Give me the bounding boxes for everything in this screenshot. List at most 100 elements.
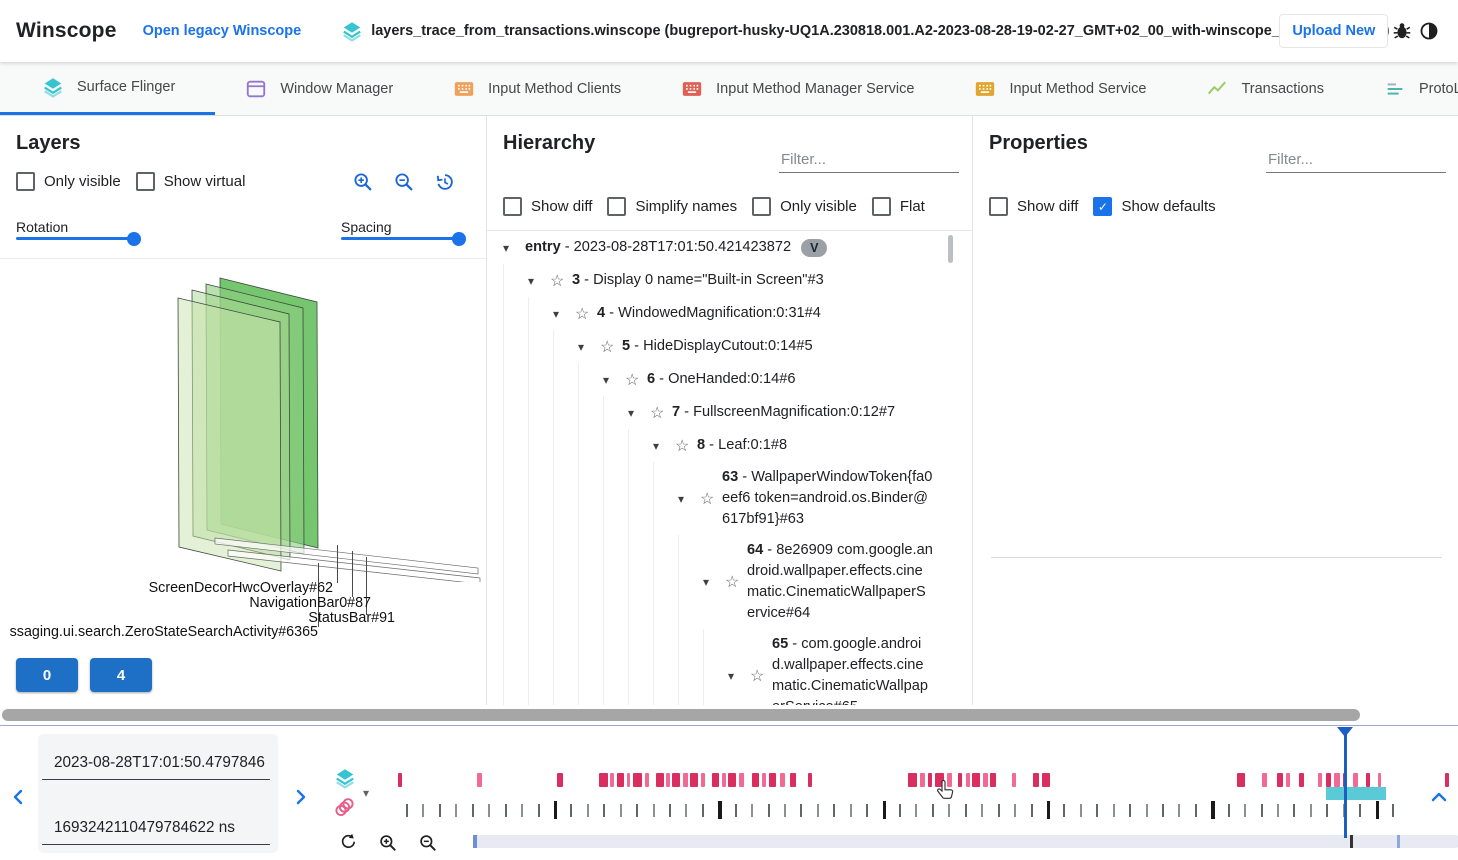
- tab-surface-flinger[interactable]: Surface Flinger: [0, 62, 215, 115]
- frame-tick: [817, 804, 819, 817]
- trace-selector-caret-icon[interactable]: ▾: [363, 786, 369, 800]
- open-legacy-winscope-link[interactable]: Open legacy Winscope: [143, 23, 302, 39]
- expander-icon[interactable]: ▾: [728, 669, 750, 683]
- upload-new-button[interactable]: Upload New: [1279, 14, 1388, 48]
- keyboard-icon: [974, 78, 996, 100]
- timeline-zoom-out-icon[interactable]: [418, 832, 438, 852]
- frame-tick: [1178, 804, 1180, 817]
- frame-tick: [833, 804, 835, 817]
- frame-tick: [1359, 804, 1361, 817]
- tree-node-5[interactable]: ▾☆5 - HideDisplayCutout:0:14#5: [503, 330, 973, 363]
- transitions-track[interactable]: [0, 773, 1458, 787]
- checkbox-box[interactable]: [503, 197, 522, 216]
- indent-guide: [503, 363, 528, 396]
- star-icon[interactable]: ☆: [575, 304, 597, 324]
- tree-node-7[interactable]: ▾☆7 - FullscreenMagnification:0:12#7: [503, 396, 973, 429]
- dark-mode-icon[interactable]: [1415, 16, 1442, 46]
- tree-node-8[interactable]: ▾☆8 - Leaf:0:1#8: [503, 429, 973, 462]
- refresh-icon[interactable]: [339, 832, 358, 851]
- visibility-chip: V: [801, 239, 827, 257]
- star-icon[interactable]: ☆: [650, 403, 672, 423]
- checkbox-show-diff[interactable]: Show diff: [503, 197, 592, 216]
- checkbox-show-defaults[interactable]: ✓Show defaults: [1093, 197, 1215, 216]
- expander-icon[interactable]: ▾: [628, 406, 650, 420]
- checkbox-box[interactable]: [136, 172, 155, 191]
- indent-guide: [553, 535, 578, 629]
- checkbox-box[interactable]: [607, 197, 626, 216]
- layers-3d-scene[interactable]: [0, 258, 486, 582]
- expander-icon[interactable]: ▾: [678, 492, 700, 506]
- checkbox-show-virtual[interactable]: Show virtual: [136, 172, 246, 191]
- tab-transactions[interactable]: Transactions: [1176, 62, 1353, 115]
- star-icon[interactable]: ☆: [675, 436, 697, 456]
- checkbox-box[interactable]: [16, 172, 35, 191]
- checkbox-only-visible[interactable]: Only visible: [752, 197, 857, 216]
- properties-filter-input[interactable]: [1266, 147, 1446, 173]
- checkbox-box[interactable]: [752, 197, 771, 216]
- star-icon[interactable]: ☆: [550, 271, 572, 291]
- zoom-in-icon[interactable]: [352, 171, 376, 195]
- frame-tick: [1228, 804, 1230, 817]
- expander-icon[interactable]: ▾: [503, 241, 525, 255]
- frame-tick: [1195, 804, 1197, 817]
- tab-label: Transactions: [1241, 81, 1323, 97]
- tree-node-3[interactable]: ▾☆3 - Display 0 name="Built-in Screen"#3: [503, 264, 973, 297]
- spacing-slider[interactable]: [341, 237, 459, 240]
- frames-track[interactable]: [0, 801, 1458, 819]
- zoom-out-icon[interactable]: [393, 171, 417, 195]
- checkbox-box[interactable]: [872, 197, 891, 216]
- tab-input-method-manager-service[interactable]: Input Method Manager Service: [651, 62, 944, 115]
- expander-icon[interactable]: ▾: [653, 439, 675, 453]
- hierarchy-filter-input[interactable]: [779, 147, 959, 173]
- transition-mark: [780, 773, 785, 787]
- reset-view-icon[interactable]: [434, 171, 458, 195]
- checkbox-flat[interactable]: Flat: [872, 197, 925, 216]
- tree-node-6[interactable]: ▾☆6 - OneHanded:0:14#6: [503, 363, 973, 396]
- rotation-slider[interactable]: [16, 237, 134, 240]
- rotation-slider-thumb[interactable]: [127, 232, 141, 246]
- transition-mark: [790, 773, 796, 787]
- tree-node-4[interactable]: ▾☆4 - WindowedMagnification:0:31#4: [503, 297, 973, 330]
- checkbox-show-diff[interactable]: Show diff: [989, 197, 1078, 216]
- collapse-timeline-button[interactable]: [1430, 788, 1448, 806]
- horizontal-scrollbar-thumb[interactable]: [2, 709, 1360, 721]
- zoom-bar-cap-x: [473, 835, 477, 848]
- tree-node-label: 65 - com.google.android.wallpaper.effect…: [772, 629, 933, 705]
- checkbox-box[interactable]: [989, 197, 1008, 216]
- tab-input-method-service[interactable]: Input Method Service: [944, 62, 1176, 115]
- star-icon[interactable]: ☆: [625, 370, 647, 390]
- checkbox-box[interactable]: ✓: [1093, 197, 1112, 216]
- tree-node-63[interactable]: ▾☆63 - WallpaperWindowToken{fa0eef6 toke…: [503, 462, 973, 535]
- expander-icon[interactable]: ▾: [553, 307, 575, 321]
- horizontal-scrollbar[interactable]: [0, 706, 1458, 725]
- tab-input-method-clients[interactable]: Input Method Clients: [423, 62, 651, 115]
- timeline-zoom-in-icon[interactable]: [378, 832, 398, 852]
- tab-window-manager[interactable]: Window Manager: [215, 62, 423, 115]
- tree-node-64[interactable]: ▾☆64 - 8e26909 com.google.android.wallpa…: [503, 535, 973, 629]
- star-icon[interactable]: ☆: [600, 337, 622, 357]
- checkbox-simplify-names[interactable]: Simplify names: [607, 197, 737, 216]
- bug-report-icon[interactable]: [1388, 16, 1415, 46]
- layer-id-button-4[interactable]: 4: [90, 658, 152, 692]
- tree-node-65[interactable]: ▾☆65 - com.google.android.wallpaper.effe…: [503, 629, 973, 705]
- expander-icon[interactable]: ▾: [703, 575, 725, 589]
- indent-guide: [528, 363, 553, 396]
- hierarchy-checkbox-row: Show diff Simplify names Only visible Flat: [503, 197, 925, 216]
- expander-icon[interactable]: ▾: [603, 373, 625, 387]
- expander-icon[interactable]: ▾: [578, 340, 600, 354]
- checkbox-only-visible[interactable]: Only visible: [16, 172, 121, 191]
- star-icon[interactable]: ☆: [750, 666, 772, 686]
- tab-protolog[interactable]: ProtoLog: [1354, 62, 1458, 115]
- layer-id-button-0[interactable]: 0: [16, 658, 78, 692]
- hierarchy-scrollbar[interactable]: [948, 235, 953, 263]
- tree-node-entry[interactable]: ▾entry - 2023-08-28T17:01:50.421423872V: [503, 231, 973, 264]
- timeline-zoom-range-bar[interactable]: [473, 835, 1458, 848]
- star-icon[interactable]: ☆: [725, 572, 747, 592]
- expander-icon[interactable]: ▾: [528, 274, 550, 288]
- indent-guide: [528, 396, 553, 429]
- spacing-slider-thumb[interactable]: [452, 232, 466, 246]
- tree-node-label: 64 - 8e26909 com.google.android.wallpape…: [747, 535, 933, 629]
- star-icon[interactable]: ☆: [700, 489, 722, 509]
- transition-mark: [1012, 773, 1016, 787]
- playhead-line[interactable]: [1344, 727, 1347, 838]
